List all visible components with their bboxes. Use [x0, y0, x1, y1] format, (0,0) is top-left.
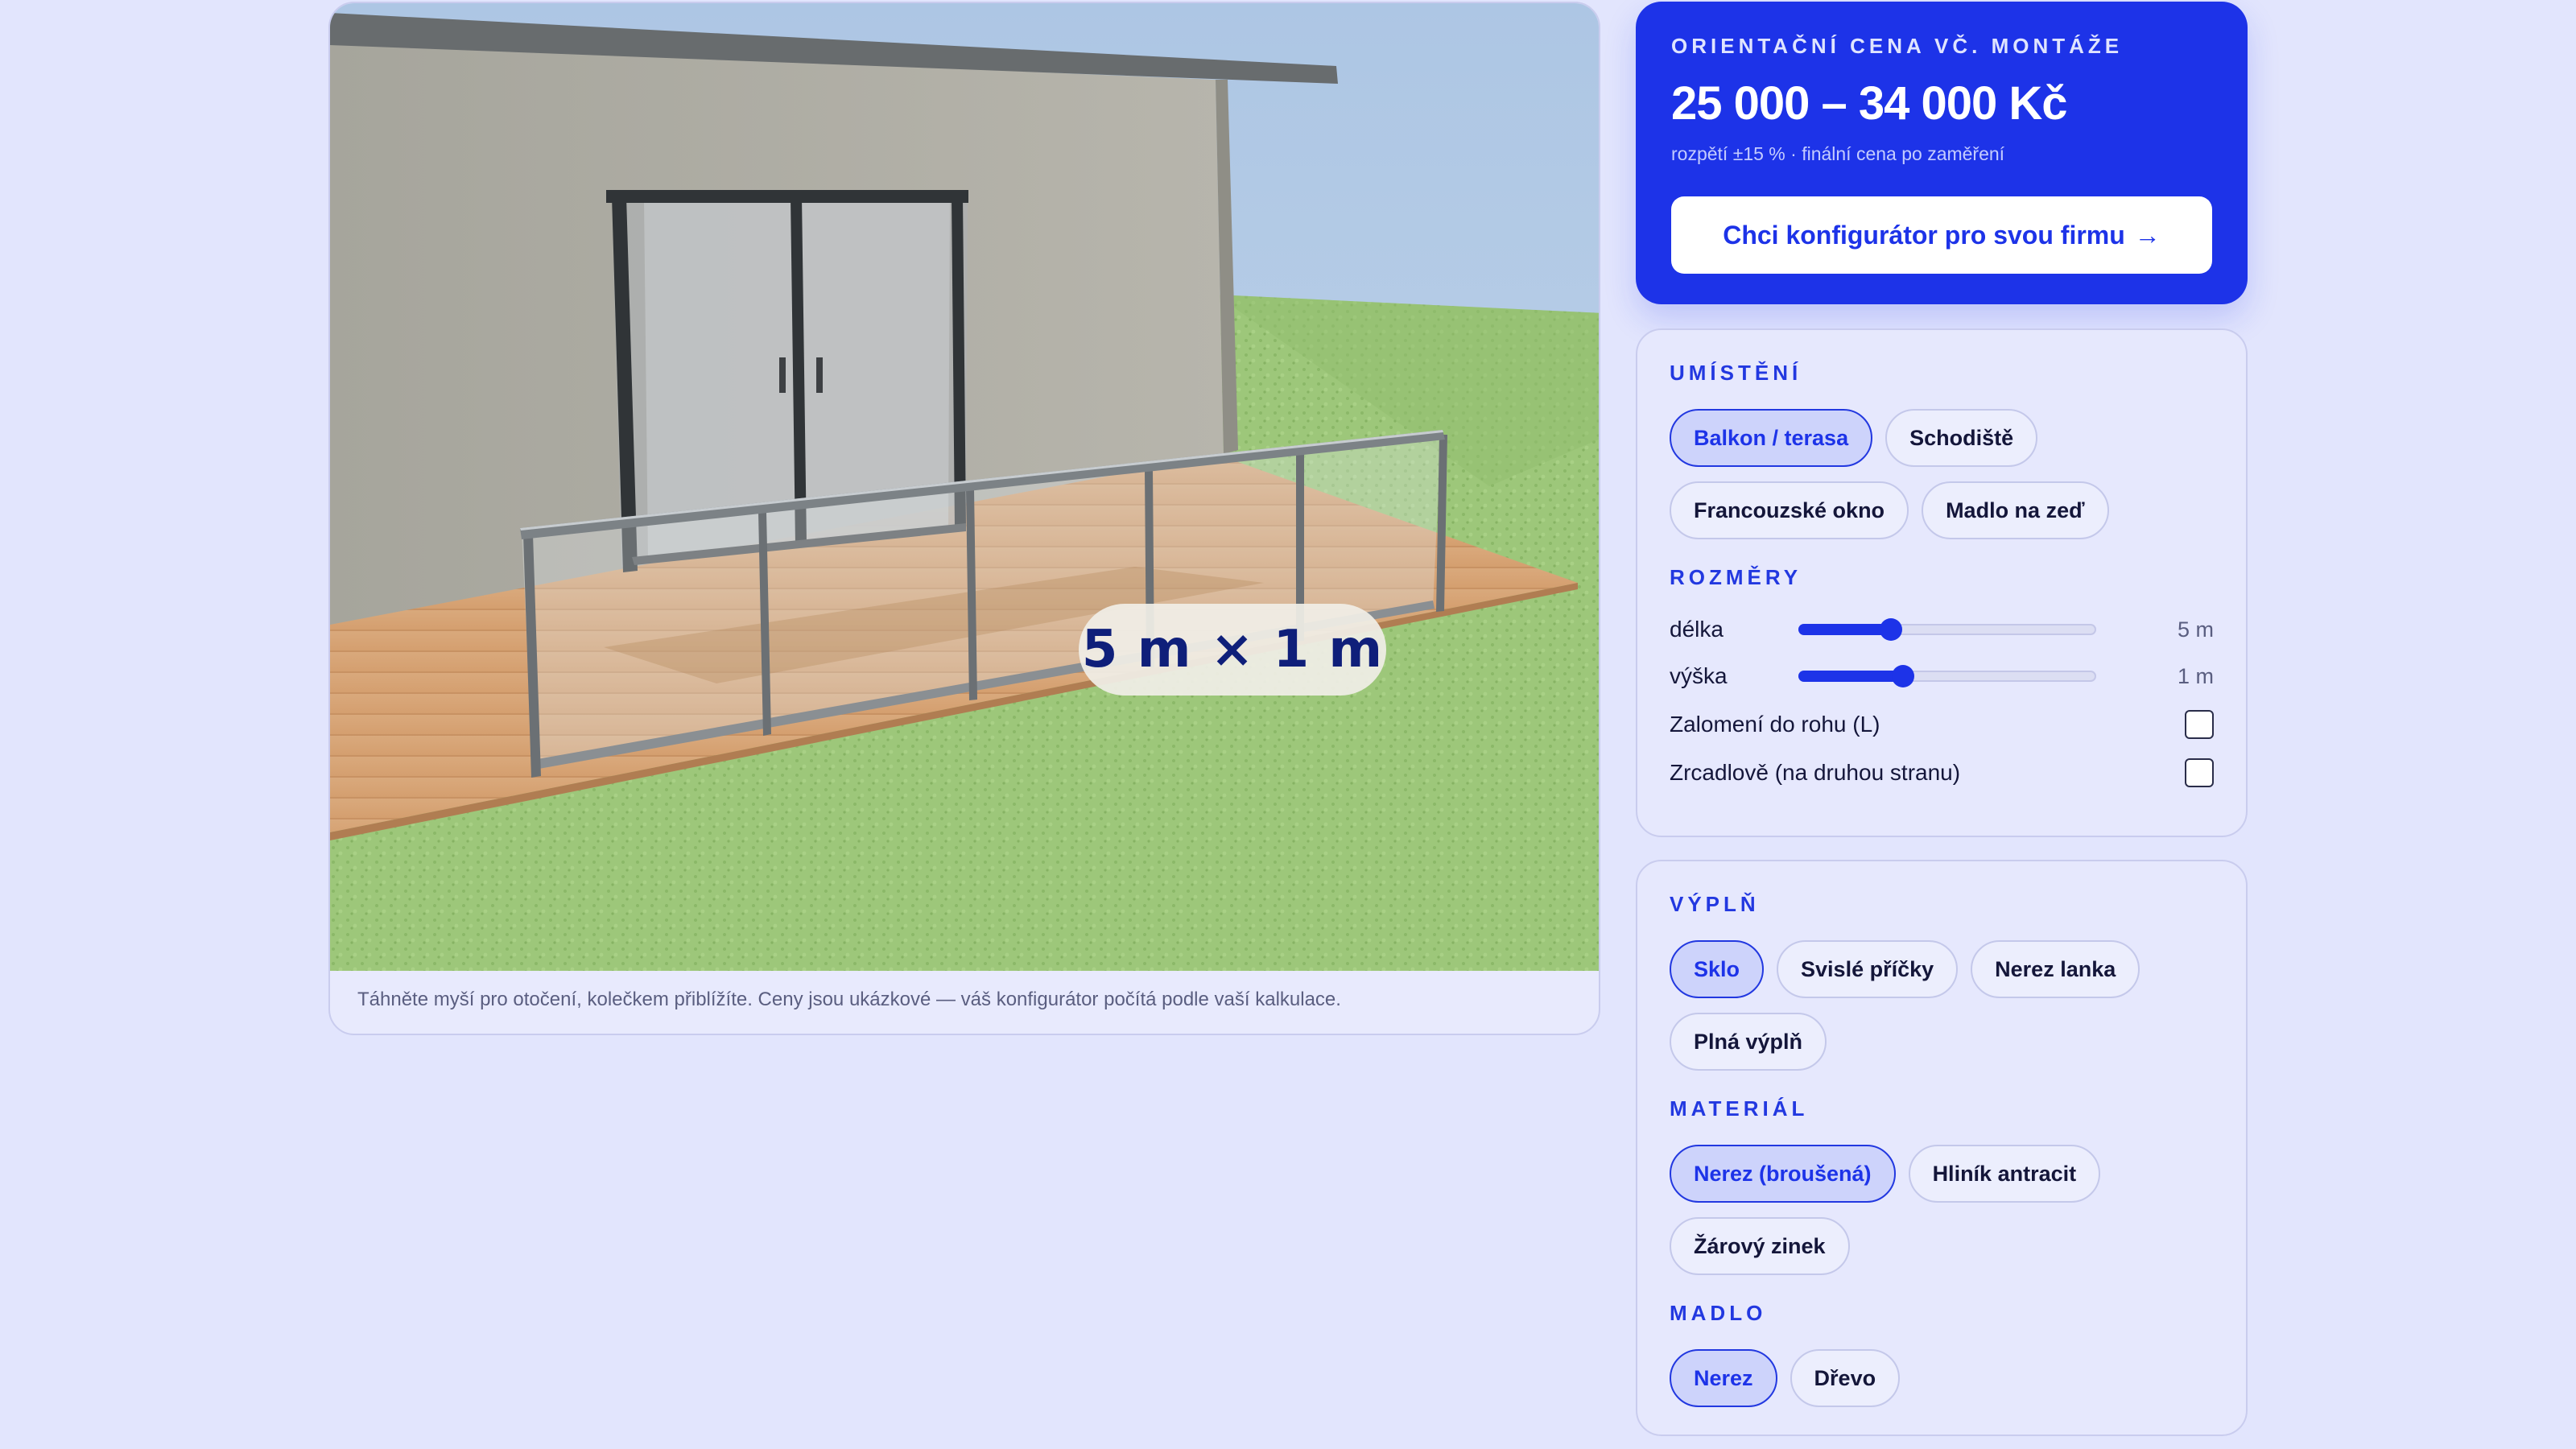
handrail-option-chip[interactable]: Dřevo [1790, 1349, 1901, 1407]
corner-checkbox[interactable] [2185, 710, 2214, 739]
price-card: ORIENTAČNÍ CENA VČ. MONTÁŽE 25 000 – 34 … [1636, 2, 2248, 304]
material-title: MATERIÁL [1670, 1096, 1809, 1121]
price-note: rozpětí ±15 % · finální cena po zaměření [1671, 143, 2005, 164]
price-label: ORIENTAČNÍ CENA VČ. MONTÁŽE [1671, 34, 2124, 58]
infill-title: VÝPLŇ [1670, 892, 1760, 916]
material-option-chip[interactable]: Žárový zinek [1670, 1217, 1850, 1275]
length-label: délka [1670, 617, 1724, 642]
length-slider[interactable] [1798, 618, 2096, 641]
infill-option-chip[interactable]: Nerez lanka [1971, 940, 2140, 998]
infill-option-chip[interactable]: Svislé příčky [1777, 940, 1959, 998]
dimensions-title: ROZMĚRY [1670, 565, 1802, 589]
viewer-caption: Táhněte myší pro otočení, kolečkem přibl… [357, 989, 1341, 1010]
dimension-badge: 5 m × 1 m [1079, 604, 1386, 696]
request-configurator-button[interactable]: Chci konfigurátor pro svou firmu → [1671, 196, 2212, 274]
mirror-option-row: Zrcadlově (na druhou stranu) [1670, 757, 2214, 789]
railing-3d-scene[interactable] [330, 3, 1600, 971]
height-slider-thumb[interactable] [1892, 665, 1915, 687]
cta-label: Chci konfigurátor pro svou firmu [1723, 220, 2125, 250]
height-slider-fill [1798, 671, 1902, 682]
length-slider-row: délka 5 m [1670, 613, 2214, 646]
mirror-label: Zrcadlově (na druhou stranu) [1670, 760, 1961, 785]
placement-option-chip[interactable]: Madlo na zeď [1922, 481, 2109, 539]
infill-option-chip[interactable]: Sklo [1670, 940, 1765, 998]
mirror-checkbox[interactable] [2185, 758, 2214, 787]
handrail-options: Nerez Dřevo [1670, 1349, 2214, 1407]
price-value: 25 000 – 34 000 Kč [1671, 77, 2068, 130]
height-slider[interactable] [1798, 665, 2096, 687]
height-slider-row: výška 1 m [1670, 660, 2214, 692]
handrail-title: MADLO [1670, 1301, 1767, 1325]
length-value: 5 m [2177, 617, 2214, 642]
placement-option-chip[interactable]: Schodiště [1885, 409, 2038, 467]
handrail-option-chip[interactable]: Nerez [1670, 1349, 1777, 1407]
placement-option-chip[interactable]: Francouzské okno [1670, 481, 1909, 539]
height-value: 1 m [2177, 663, 2214, 688]
material-option-chip[interactable]: Nerez (broušená) [1670, 1145, 1896, 1203]
corner-label: Zalomení do rohu (L) [1670, 712, 1880, 737]
infill-material-panel: VÝPLŇ Sklo Svislé příčky Nerez lanka Plná v… [1636, 860, 2248, 1436]
placement-option-chip[interactable]: Balkon / terasa [1670, 409, 1873, 467]
length-slider-fill [1798, 624, 1890, 635]
infill-options: Sklo Svislé příčky Nerez lanka Plná výplň [1670, 940, 2214, 1071]
material-options: Nerez (broušená) Hliník antracit Žárový zi… [1670, 1145, 2214, 1275]
material-option-chip[interactable]: Hliník antracit [1908, 1145, 2101, 1203]
3d-viewer[interactable]: 5 m × 1 m Táhněte myší pro otočení, kole… [328, 2, 1600, 1035]
corner-option-row: Zalomení do rohu (L) [1670, 708, 2214, 741]
placement-title: UMÍSTĚNÍ [1670, 361, 1802, 385]
placement-dimensions-panel: UMÍSTĚNÍ Balkon / terasa Schodiště Francou… [1636, 328, 2248, 837]
arrow-right-icon: → [2134, 220, 2161, 250]
infill-option-chip[interactable]: Plná výplň [1670, 1013, 1827, 1071]
height-label: výška [1670, 663, 1728, 688]
placement-options: Balkon / terasa Schodiště Francouzské okno… [1670, 409, 2214, 539]
length-slider-thumb[interactable] [1880, 618, 1903, 641]
